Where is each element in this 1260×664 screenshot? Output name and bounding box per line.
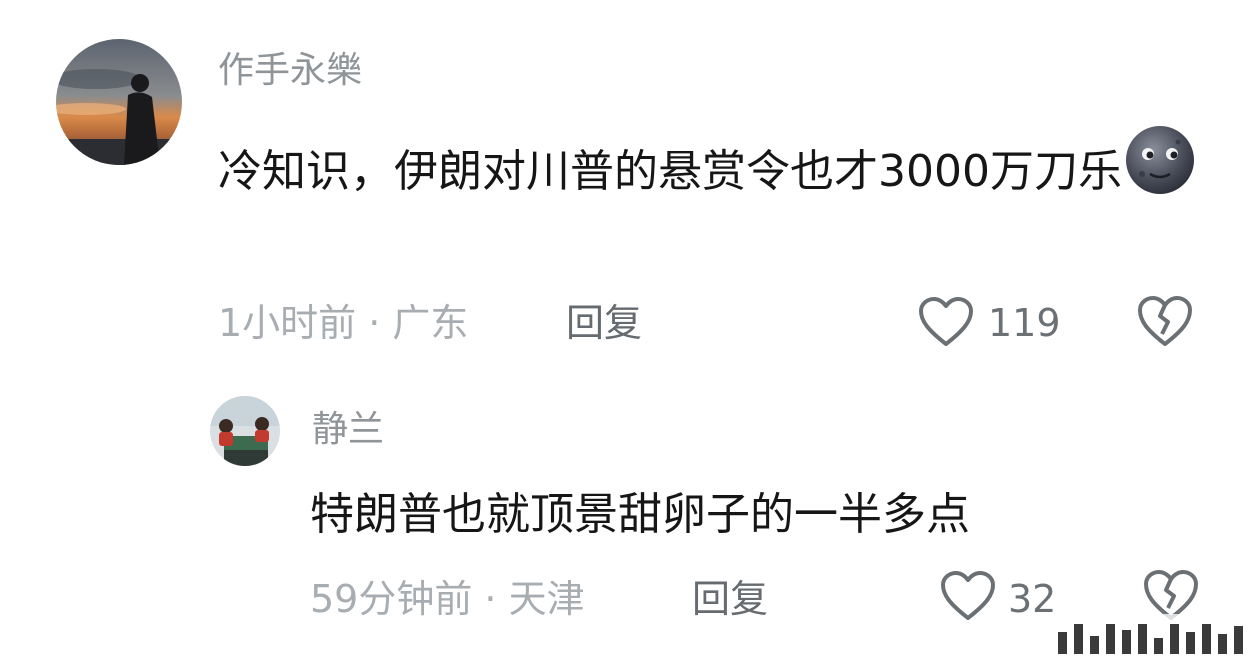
new-moon-face-emoji-icon: [1124, 124, 1196, 196]
avatar[interactable]: [56, 39, 182, 165]
comment-text: 冷知识，伊朗对川普的悬赏令也才3000万刀乐: [218, 146, 1122, 197]
reply-username[interactable]: 静兰: [312, 404, 384, 456]
like-count: 119: [988, 301, 1061, 345]
heart-outline-icon[interactable]: [940, 570, 996, 622]
heart-outline-icon[interactable]: [918, 296, 974, 348]
reply-avatar[interactable]: [210, 396, 280, 466]
reply-text: 特朗普也就顶景甜卵子的一半多点: [310, 489, 970, 540]
reply-to-reply-button[interactable]: 回复: [692, 572, 768, 626]
reply-avatar-image: [210, 396, 280, 466]
comment-username[interactable]: 作手永樂: [218, 45, 362, 97]
comment-timestamp-location: 1小时前 · 广东: [218, 301, 469, 345]
watermark: [1048, 614, 1256, 660]
avatar-image: [56, 39, 182, 165]
comment-body: 冷知识，伊朗对川普的悬赏令也才3000万刀乐: [218, 124, 1218, 207]
reply-button[interactable]: 回复: [566, 296, 642, 350]
reply-timestamp-location: 59分钟前 · 天津: [310, 577, 585, 621]
broken-heart-icon[interactable]: [1136, 294, 1194, 348]
